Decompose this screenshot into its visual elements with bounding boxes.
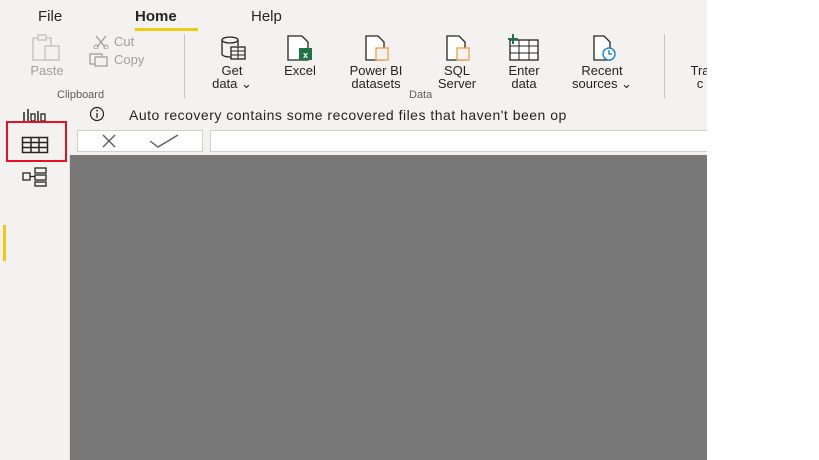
close-icon[interactable] <box>100 133 118 149</box>
sql-server-button[interactable]: SQL Server <box>428 34 486 90</box>
cut-label: Cut <box>114 34 135 49</box>
sql-label-line2: Server <box>437 76 477 91</box>
auto-recovery-infobar: Auto recovery contains some recovered fi… <box>69 101 707 127</box>
tab-file[interactable]: File <box>38 8 62 25</box>
checkmark-icon[interactable] <box>148 133 180 149</box>
data-view-canvas <box>70 155 707 460</box>
transform-data-button[interactable]: Tra c <box>680 34 707 90</box>
enter-data-button[interactable]: Enter data <box>497 34 551 90</box>
recent-clock-icon <box>593 35 616 61</box>
formula-bar <box>69 127 707 155</box>
ribbon-separator <box>664 34 665 98</box>
model-diagram-icon <box>22 167 47 187</box>
enter-data-label-line2: data <box>511 76 537 91</box>
data-view-highlight-box <box>6 121 67 162</box>
sql-server-icon <box>446 35 470 61</box>
database-icon <box>221 36 246 60</box>
auto-recovery-message: Auto recovery contains some recovered fi… <box>129 107 567 123</box>
formula-buttons <box>77 130 203 152</box>
svg-text:x: x <box>303 50 308 60</box>
copy-icon <box>89 52 108 67</box>
tab-home[interactable]: Home <box>135 8 177 25</box>
transform-label-line2: c <box>696 76 704 91</box>
scissors-icon <box>93 35 109 49</box>
dataset-icon <box>365 35 389 61</box>
active-view-indicator <box>3 225 6 261</box>
ribbon-separator <box>184 34 185 98</box>
paste-label: Paste <box>30 63 64 78</box>
powerbi-label-line2: datasets <box>351 76 401 91</box>
transform-icon <box>685 34 707 62</box>
recent-label-line2: sources ⌄ <box>571 76 633 91</box>
paste-icon <box>32 34 60 61</box>
excel-label: Excel <box>284 63 316 78</box>
powerbi-datasets-button[interactable]: Power BI datasets <box>336 34 416 90</box>
recent-sources-button[interactable]: Recent sources ⌄ <box>559 34 645 90</box>
tab-help[interactable]: Help <box>251 8 282 25</box>
info-icon <box>89 106 105 122</box>
get-data-label-line2: data ⌄ <box>212 76 252 91</box>
excel-button[interactable]: x Excel <box>276 34 324 77</box>
power-bi-window: File Home Help Paste Cut Copy Clipboard … <box>0 0 707 460</box>
formula-input[interactable] <box>210 130 707 152</box>
paste-button[interactable]: Paste <box>24 34 70 77</box>
menu-bar: File Home Help <box>0 0 707 31</box>
copy-button[interactable]: Copy <box>88 52 144 67</box>
cut-button[interactable]: Cut <box>92 34 134 49</box>
excel-icon: x <box>287 35 312 61</box>
data-group-label: Data <box>409 89 433 101</box>
get-data-button[interactable]: Get data ⌄ <box>203 34 261 90</box>
clipboard-group-label: Clipboard <box>57 89 105 101</box>
table-add-icon <box>508 34 539 61</box>
ribbon: Paste Cut Copy Clipboard Get data ⌄ x Ex… <box>0 31 707 101</box>
copy-label: Copy <box>114 52 145 67</box>
model-view-button[interactable] <box>21 166 49 188</box>
view-switcher-rail <box>0 101 70 460</box>
